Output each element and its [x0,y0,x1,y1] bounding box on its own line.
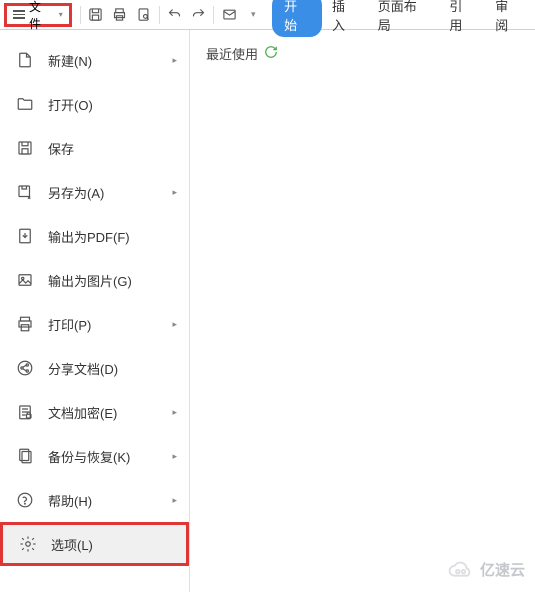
chevron-down-icon: ▾ [59,10,63,19]
export-image-icon [14,269,36,291]
recent-used-header[interactable]: 最近使用 [206,44,278,63]
menu-label: 输出为PDF(F) [48,227,130,246]
file-menu-label: 文件 [29,0,53,32]
settings-icon [17,533,39,555]
menu-export-pdf[interactable]: 输出为PDF(F) [0,214,189,258]
save-as-icon [14,181,36,203]
chevron-right-icon: ▸ [172,187,177,198]
backup-icon [14,445,36,467]
menu-save-as[interactable]: 另存为(A) ▸ [0,170,189,214]
menu-label: 备份与恢复(K) [48,447,130,466]
print-icon [14,313,36,335]
menu-backup[interactable]: 备份与恢复(K) ▸ [0,434,189,478]
mail-icon[interactable] [218,4,240,26]
chevron-right-icon: ▸ [172,451,177,462]
hamburger-icon [13,10,25,19]
help-icon [14,489,36,511]
menu-label: 选项(L) [51,535,93,554]
menu-label: 新建(N) [48,51,92,70]
ribbon-tabs: 开始 插入 页面布局 引用 审阅 [272,0,531,38]
chevron-right-icon: ▸ [172,495,177,506]
print-icon[interactable] [109,4,131,26]
redo-icon[interactable] [187,4,209,26]
export-pdf-icon [14,225,36,247]
menu-print[interactable]: 打印(P) ▸ [0,302,189,346]
open-folder-icon [14,93,36,115]
file-side-menu: 新建(N) ▸ 打开(O) 保存 另存为(A) ▸ 输出为PDF(F) 输出为图… [0,30,190,592]
menu-help[interactable]: 帮助(H) ▸ [0,478,189,522]
tab-review[interactable]: 审阅 [485,0,531,38]
menu-share[interactable]: 分享文档(D) [0,346,189,390]
refresh-icon[interactable] [264,45,278,62]
share-icon [14,357,36,379]
menu-new[interactable]: 新建(N) ▸ [0,38,189,82]
save-icon [14,137,36,159]
dropdown-icon[interactable]: ▾ [242,4,264,26]
toolbar: 文件 ▾ ▾ 开始 插入 页面布局 引用 审阅 [0,0,535,30]
recent-label: 最近使用 [206,44,258,63]
menu-label: 输出为图片(G) [48,271,132,290]
menu-encrypt[interactable]: 文档加密(E) ▸ [0,390,189,434]
menu-export-image[interactable]: 输出为图片(G) [0,258,189,302]
preview-icon[interactable] [133,4,155,26]
encrypt-icon [14,401,36,423]
file-menu-button[interactable]: 文件 ▾ [4,3,72,27]
menu-label: 分享文档(D) [48,359,118,378]
menu-label: 打印(P) [48,315,91,334]
save-icon[interactable] [85,4,107,26]
chevron-right-icon: ▸ [172,55,177,66]
cloud-icon [448,560,474,580]
menu-label: 保存 [48,139,74,158]
chevron-right-icon: ▸ [172,407,177,418]
tab-insert[interactable]: 插入 [322,0,368,38]
main-area: 新建(N) ▸ 打开(O) 保存 另存为(A) ▸ 输出为PDF(F) 输出为图… [0,30,535,592]
separator [159,6,160,24]
tab-page-layout[interactable]: 页面布局 [368,0,440,38]
separator [80,6,81,24]
menu-options[interactable]: 选项(L) [0,522,189,566]
undo-icon[interactable] [164,4,186,26]
content-pane: 最近使用 [190,30,294,592]
menu-open[interactable]: 打开(O) [0,82,189,126]
menu-label: 帮助(H) [48,491,92,510]
separator [213,6,214,24]
menu-save[interactable]: 保存 [0,126,189,170]
menu-label: 文档加密(E) [48,403,117,422]
menu-label: 另存为(A) [48,183,104,202]
chevron-right-icon: ▸ [172,319,177,330]
watermark-text: 亿速云 [480,559,525,580]
menu-label: 打开(O) [48,95,93,114]
tab-reference[interactable]: 引用 [439,0,485,38]
new-doc-icon [14,49,36,71]
watermark: 亿速云 [448,559,525,580]
